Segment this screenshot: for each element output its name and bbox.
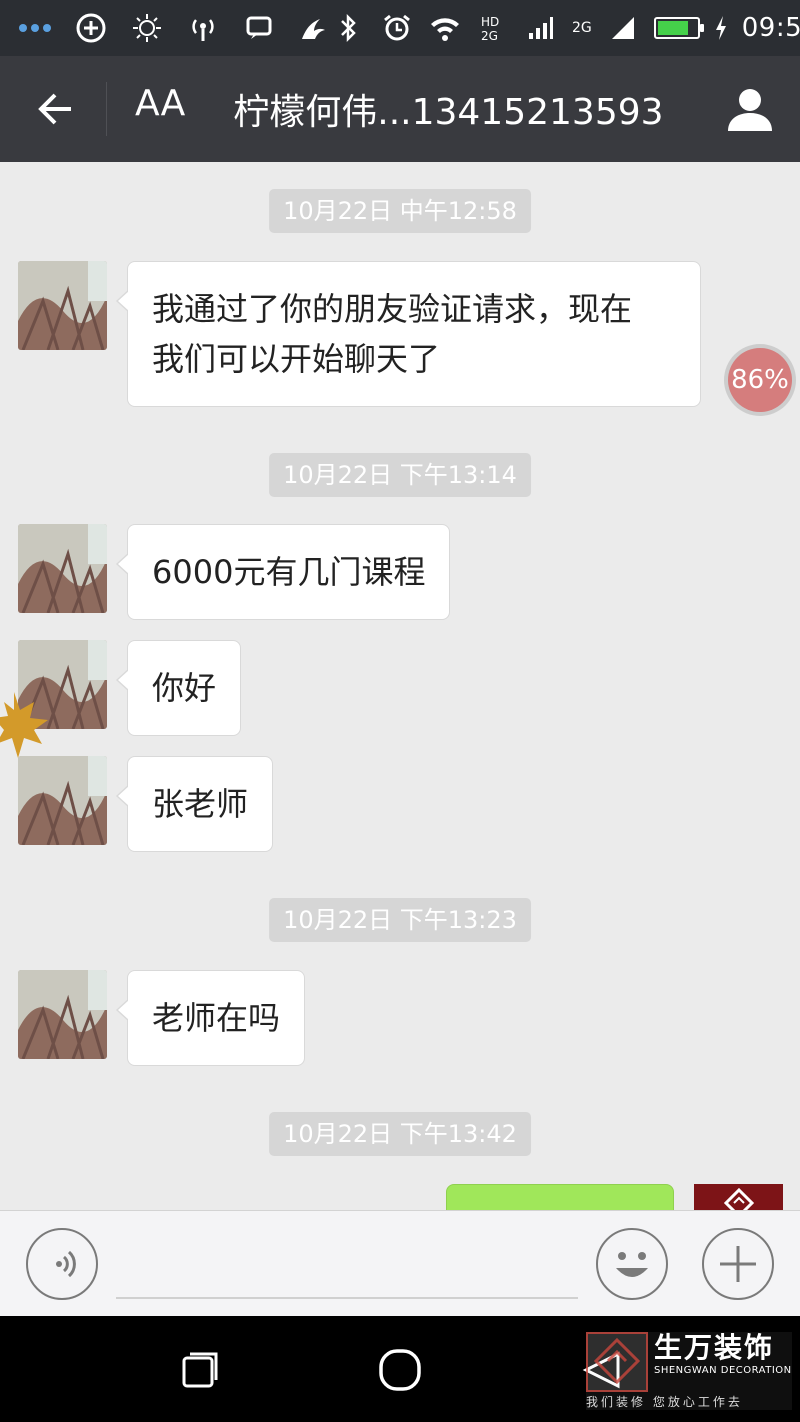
watermark-title: 生万装饰 [654, 1331, 775, 1364]
message-text: 我们可以开始聊天了 [152, 340, 441, 378]
message-text: 我通过了你的朋友验证请求，现在 [152, 290, 633, 328]
timestamp: 10月22日 下午13:42 [269, 1112, 531, 1156]
message-bubble[interactable]: 老师在吗 [115, 970, 306, 1066]
message-input[interactable] [116, 1239, 578, 1299]
status-bar: HD2G 2G 09:58 [0, 0, 800, 56]
message-icon [242, 11, 276, 45]
charging-icon [714, 11, 728, 45]
message-bubble[interactable]: 张老师 [115, 756, 274, 852]
uc-browser-icon [298, 11, 332, 45]
avatar[interactable] [18, 756, 107, 845]
bluetooth-icon [332, 11, 366, 45]
my-avatar[interactable] [694, 1184, 783, 1210]
hotspot-icon [186, 11, 220, 45]
progress-badge[interactable]: 86% [724, 344, 796, 416]
message-text: 你好 [152, 669, 217, 707]
timestamp: 10月22日 下午13:23 [269, 898, 531, 942]
chat-title: AA 柠檬何伟...13415213593 [135, 83, 664, 135]
timestamp: 10月22日 中午12:58 [269, 189, 531, 233]
watermark: 生万装饰 SHENGWAN DECORATION 我们装修 您放心工作去 [586, 1332, 792, 1410]
emoji-button[interactable] [596, 1228, 668, 1300]
timestamp: 10月22日 下午13:14 [269, 453, 531, 497]
chat-title-abbr: AA [135, 83, 186, 124]
message-text: 6000元有几门课程 [152, 553, 426, 591]
add-circle-icon [74, 11, 108, 45]
back-arrow-icon [38, 93, 71, 125]
more-button[interactable] [702, 1228, 774, 1300]
home-icon [379, 1349, 421, 1391]
recents-icon [182, 1352, 218, 1388]
battery-icon [653, 17, 704, 39]
wifi-icon [428, 11, 462, 45]
plus-icon [720, 1246, 756, 1282]
avatar[interactable] [18, 261, 107, 350]
message-text: 张老师 [152, 785, 249, 823]
emoji-icon [616, 1252, 648, 1277]
brightness-icon [130, 11, 164, 45]
title-bar: AA 柠檬何伟...13415213593 [0, 56, 800, 162]
chat-area[interactable]: 10月22日 中午12:58 我通过了你的朋友验证请求，现在 我们可以开始聊天了… [0, 162, 800, 1210]
progress-badge-label: 86% [728, 348, 792, 412]
watermark-logo [586, 1332, 648, 1392]
chat-title-name: 柠檬何伟...13415213593 [233, 92, 664, 133]
svg-text:HD: HD [481, 15, 499, 29]
message-bubble[interactable]: 你好 [115, 640, 242, 736]
title-divider [106, 82, 107, 136]
message-bubble[interactable]: 6000元有几门课程 [115, 524, 451, 620]
svg-text:2G: 2G [481, 29, 498, 43]
recents-button[interactable] [170, 1340, 230, 1400]
watermark-subtitle: SHENGWAN DECORATION [654, 1365, 792, 1376]
input-bar [0, 1210, 800, 1316]
clock: 09:58 [741, 13, 800, 43]
signal-icon [524, 11, 558, 45]
voice-button[interactable] [26, 1228, 98, 1300]
profile-button[interactable] [700, 56, 800, 162]
avatar[interactable] [18, 524, 107, 613]
more-dots-icon [18, 11, 52, 45]
signal-bars-icon [606, 11, 640, 45]
watermark-slogan: 我们装修 您放心工作去 [586, 1395, 743, 1409]
message-bubble[interactable]: 我通过了你的朋友验证请求，现在 我们可以开始聊天了 [116, 261, 701, 407]
chat-screen: HD2G 2G 09:58 AA 柠檬何伟...13415213593 [0, 0, 800, 1422]
network-type-label: 2G [572, 20, 592, 36]
hd-signal-icon: HD 2G [476, 11, 510, 45]
outgoing-message-bubble[interactable] [446, 1184, 674, 1210]
alarm-icon [380, 11, 414, 45]
avatar[interactable] [18, 970, 107, 1059]
maple-leaf-icon [0, 692, 48, 758]
voice-icon [56, 1250, 76, 1278]
profile-icon [728, 89, 772, 131]
back-button[interactable] [0, 56, 106, 162]
message-text: 老师在吗 [152, 999, 281, 1037]
diamond-logo-icon [723, 1188, 754, 1210]
home-button[interactable] [370, 1340, 430, 1400]
